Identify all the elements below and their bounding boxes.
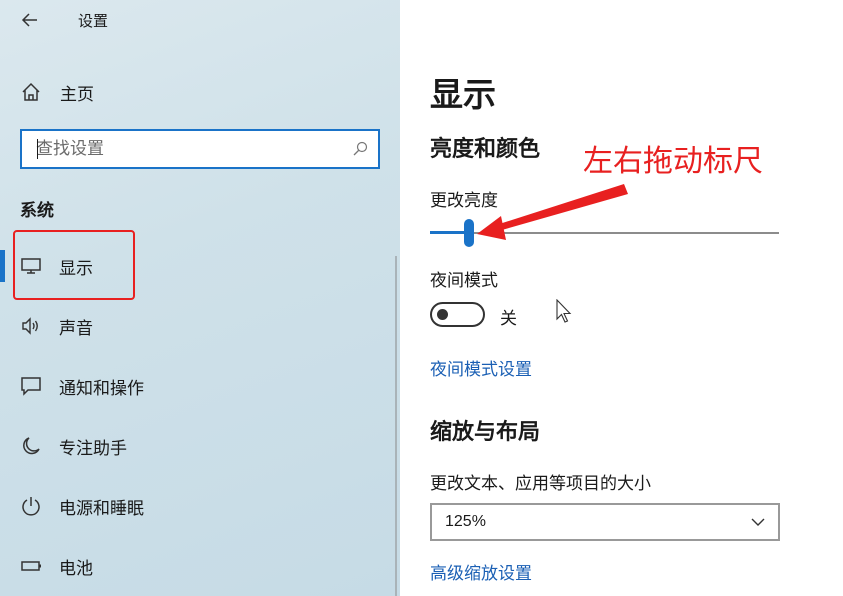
window-title: 设置 xyxy=(78,12,109,30)
brightness-label: 更改亮度 xyxy=(430,191,498,211)
back-button[interactable] xyxy=(14,6,46,34)
battery-icon xyxy=(20,555,42,577)
scale-dropdown[interactable]: 125% xyxy=(430,503,780,541)
mouse-cursor-icon xyxy=(556,299,572,323)
sidebar-item-sound[interactable]: 声音 xyxy=(0,304,400,348)
annotation-text: 左右拖动标尺 xyxy=(583,144,763,179)
back-arrow-icon xyxy=(21,13,37,27)
chevron-down-icon xyxy=(751,518,765,526)
power-icon xyxy=(20,495,42,517)
moon-icon xyxy=(20,435,42,457)
scale-label: 更改文本、应用等项目的大小 xyxy=(430,474,651,494)
sidebar-item-label: 电池 xyxy=(59,559,93,579)
scrollbar[interactable] xyxy=(395,256,397,596)
section-title: 系统 xyxy=(20,201,54,221)
night-mode-settings-link[interactable]: 夜间模式设置 xyxy=(430,355,532,380)
search-box[interactable] xyxy=(20,129,380,169)
search-icon xyxy=(353,141,368,156)
slider-track[interactable] xyxy=(470,232,779,234)
speaker-icon xyxy=(20,315,42,337)
sidebar-item-label: 声音 xyxy=(59,319,93,339)
text-caret xyxy=(37,139,38,159)
sidebar-item-focus-assist[interactable]: 专注助手 xyxy=(0,424,400,468)
slider-thumb[interactable] xyxy=(464,219,474,247)
sidebar: 设置 主页 系统 显示 声音 xyxy=(0,0,400,596)
brightness-section-title: 亮度和颜色 xyxy=(430,137,541,162)
scale-value: 125% xyxy=(445,513,486,530)
search-input[interactable] xyxy=(36,139,352,159)
sidebar-item-label: 电源和睡眠 xyxy=(59,499,144,519)
scale-section-title: 缩放与布局 xyxy=(430,420,541,445)
home-nav-item[interactable]: 主页 xyxy=(20,78,94,106)
advanced-scale-settings-link[interactable]: 高级缩放设置 xyxy=(430,559,532,584)
annotation-highlight-box xyxy=(13,230,135,300)
night-mode-state: 关 xyxy=(500,309,517,329)
sidebar-item-label: 通知和操作 xyxy=(59,379,144,399)
sidebar-item-battery[interactable]: 电池 xyxy=(0,544,400,588)
home-icon xyxy=(22,82,40,101)
notification-icon xyxy=(20,375,42,397)
sidebar-item-notifications[interactable]: 通知和操作 xyxy=(0,364,400,408)
main-content: 显示 亮度和颜色 更改亮度 夜间模式 关 夜间模式设置 缩放与布局 更改文本、应… xyxy=(400,0,843,596)
toggle-knob xyxy=(437,309,448,320)
page-title: 显示 xyxy=(430,75,496,114)
sidebar-item-power-sleep[interactable]: 电源和睡眠 xyxy=(0,484,400,528)
sidebar-item-label: 专注助手 xyxy=(59,439,127,459)
night-mode-label: 夜间模式 xyxy=(430,271,498,291)
home-label: 主页 xyxy=(60,84,94,105)
night-mode-toggle[interactable] xyxy=(430,302,485,327)
